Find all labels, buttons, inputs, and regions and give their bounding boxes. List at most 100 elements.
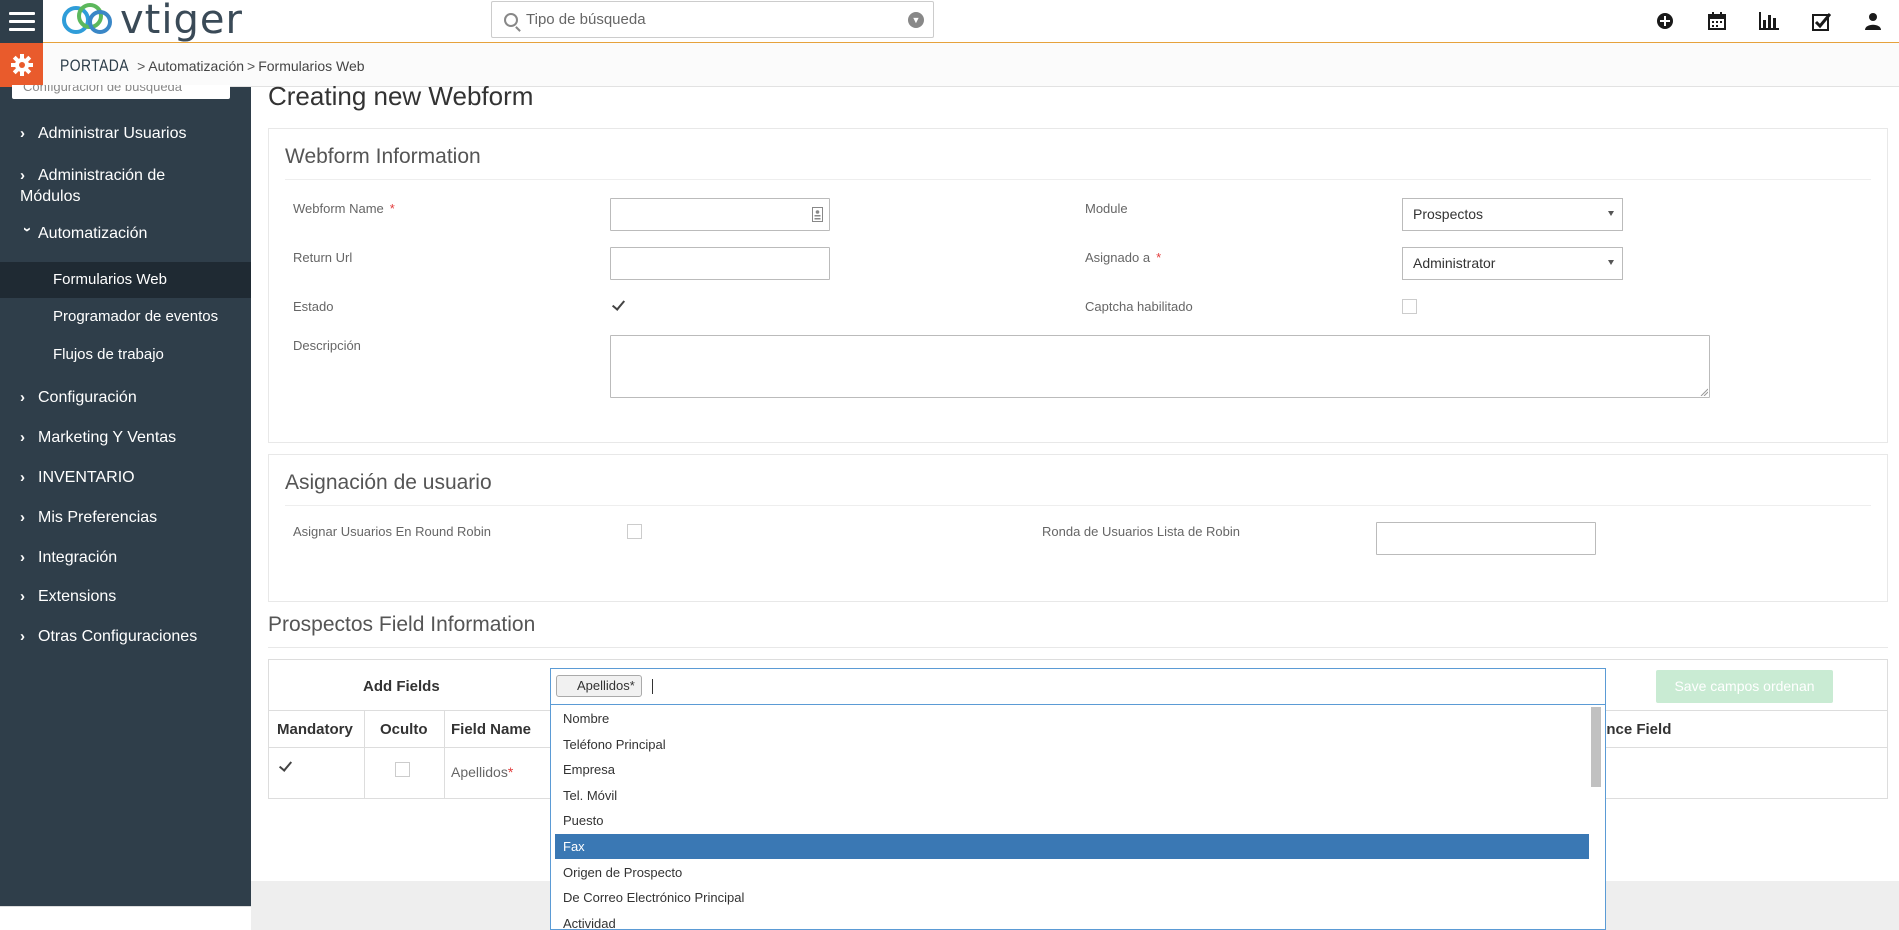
list-item[interactable]: Teléfono Principal [555, 732, 1589, 757]
divider [285, 179, 1871, 180]
calendar-icon [1708, 12, 1726, 30]
user-menu-button[interactable] [1847, 8, 1899, 34]
chevron-right-icon: › [20, 588, 25, 605]
sidebar-search-input[interactable]: Configuración de búsqueda [12, 85, 230, 99]
chevron-right-icon: › [20, 167, 25, 184]
list-item-highlighted[interactable]: Fax [555, 834, 1589, 859]
sidebar-item-other[interactable]: › Otras Configuraciones [0, 627, 251, 647]
dropdown-caret-icon [1608, 211, 1614, 216]
webform-name-label: Webform Name * [293, 201, 395, 216]
field-name-cell: Apellidos* [451, 764, 514, 780]
list-item[interactable]: Tel. Móvil [555, 783, 1589, 808]
sidebar-item-label: Programador de eventos [53, 308, 219, 325]
plus-circle-icon [1657, 13, 1673, 29]
sidebar-item-preferences[interactable]: › Mis Preferencias [0, 508, 251, 528]
breadcrumb: PORTADA > Automatización > Formularios W… [60, 56, 365, 76]
chevron-right-icon: › [20, 389, 25, 406]
settings-button[interactable] [0, 43, 43, 87]
divider [268, 647, 1888, 648]
top-header: vtiger Tipo de búsqueda ▼ [0, 0, 1899, 43]
breadcrumb-home[interactable]: PORTADA [60, 56, 129, 76]
round-robin-list-label: Ronda de Usuarios Lista de Robin [1042, 524, 1241, 539]
search-icon [504, 12, 518, 27]
gear-icon [10, 54, 33, 76]
contact-card-icon [812, 207, 823, 222]
sidebar-item-users[interactable]: › Administrar Usuarios [0, 124, 251, 144]
scrollbar-thumb[interactable] [1591, 707, 1601, 787]
breadcrumb-automation[interactable]: Automatización [148, 58, 244, 74]
breadcrumb-webforms[interactable]: Formularios Web [258, 58, 364, 74]
tasks-button[interactable] [1795, 8, 1847, 34]
round-robin-checkbox[interactable] [627, 524, 642, 539]
sidebar-item-automation[interactable]: › Automatización [0, 224, 251, 244]
sidebar-item-label: Marketing Y Ventas [38, 429, 177, 446]
sidebar-item-label: Extensions [38, 588, 117, 605]
sidebar-subitem-scheduler[interactable]: Programador de eventos [0, 299, 251, 335]
search-placeholder: Tipo de búsqueda [526, 11, 646, 28]
sidebar-item-config[interactable]: › Configuración [0, 388, 251, 408]
sidebar-subitem-webforms[interactable]: Formularios Web [0, 262, 251, 298]
hamburger-icon [8, 20, 35, 23]
return-url-input[interactable] [610, 247, 830, 280]
hamburger-icon [8, 28, 35, 31]
list-item[interactable]: Nombre [555, 706, 1589, 731]
chevron-right-icon: › [20, 429, 25, 446]
app-menu-button[interactable] [0, 0, 43, 43]
mandatory-checkbox[interactable] [277, 758, 292, 773]
quick-create-button[interactable] [1639, 8, 1691, 34]
settings-sidebar: Configuración de búsqueda › Administrar U… [0, 85, 251, 930]
reports-button[interactable] [1743, 8, 1795, 34]
chevron-right-icon: › [20, 509, 25, 526]
calendar-button[interactable] [1691, 8, 1743, 34]
save-field-order-button[interactable]: Save campos ordenan [1656, 670, 1833, 703]
chevron-down-icon: › [19, 227, 36, 232]
captcha-checkbox[interactable] [1402, 299, 1417, 314]
descripcion-textarea[interactable] [610, 335, 1710, 398]
sidebar-item-modules[interactable]: › Administración de Módulos [0, 165, 200, 207]
assigned-label: Asignado a * [1085, 250, 1162, 265]
sidebar-item-marketing[interactable]: › Marketing Y Ventas [0, 428, 251, 448]
sidebar-item-label: INVENTARIO [38, 469, 135, 486]
assigned-select[interactable]: Administrator [1402, 247, 1623, 280]
sidebar-item-label: Administrar Usuarios [38, 125, 187, 142]
vtiger-logo[interactable]: vtiger [56, 0, 243, 40]
header-actions [1639, 8, 1899, 34]
logo-text: vtiger [120, 0, 243, 43]
estado-checkbox[interactable] [610, 297, 625, 312]
field-options-list: Nombre Teléfono Principal Empresa Tel. M… [550, 705, 1606, 930]
column-header-field-name: Field Name [451, 721, 532, 738]
webform-name-input[interactable] [610, 198, 830, 231]
bar-chart-icon [1759, 12, 1779, 30]
search-options-icon[interactable]: ▼ [908, 12, 924, 28]
list-item[interactable]: Actividad [555, 911, 1589, 929]
list-item[interactable]: Puesto [555, 808, 1589, 833]
column-header-mandatory: Mandatory [277, 721, 353, 738]
divider [285, 505, 1871, 506]
webform-info-panel: Webform Information Webform Name * Return… [268, 128, 1888, 443]
add-fields-label: Add Fields [363, 678, 440, 695]
sidebar-subitem-workflows[interactable]: Flujos de trabajo [0, 337, 251, 373]
hidden-checkbox[interactable] [395, 762, 410, 777]
breadcrumb-separator: > [247, 58, 256, 74]
hamburger-icon [8, 12, 35, 15]
chevron-right-icon: › [20, 125, 25, 142]
list-item[interactable]: Empresa [555, 757, 1589, 782]
list-item[interactable]: De Correo Electrónico Principal [555, 885, 1589, 910]
sidebar-item-inventory[interactable]: › INVENTARIO [0, 468, 251, 488]
selected-field-tag[interactable]: Apellidos* [556, 675, 642, 697]
resize-handle-icon [1700, 388, 1708, 396]
chevron-right-icon: › [20, 628, 25, 645]
round-robin-users-input[interactable] [1376, 522, 1596, 555]
sidebar-item-integration[interactable]: › Integración [0, 548, 251, 568]
dropdown-caret-icon [1608, 260, 1614, 265]
list-item[interactable]: Origen de Prospecto [555, 860, 1589, 885]
sidebar-item-label: Configuración [38, 389, 137, 406]
return-url-label: Return Url [293, 250, 353, 265]
add-fields-multiselect[interactable]: Apellidos* [550, 668, 1606, 705]
selected-field-tag-label: Apellidos* [577, 678, 635, 693]
global-search[interactable]: Tipo de búsqueda ▼ [491, 1, 934, 38]
module-select[interactable]: Prospectos [1402, 198, 1623, 231]
sidebar-item-label: Automatización [38, 225, 148, 242]
sidebar-item-label: Integración [38, 549, 118, 566]
sidebar-item-extensions[interactable]: › Extensions [0, 587, 251, 607]
